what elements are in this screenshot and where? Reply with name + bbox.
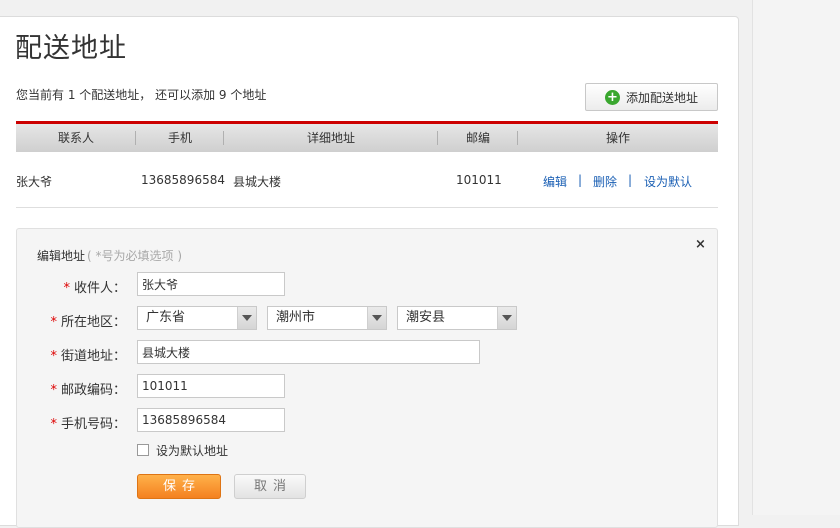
province-value: 广东省	[146, 310, 186, 325]
region-label: * 所在地区：	[50, 315, 126, 330]
edit-address-form: 编辑地址( *号为必填选项 ) ×	[16, 228, 718, 528]
edit-form-title: 编辑地址( *号为必填选项 )	[37, 247, 182, 264]
header-address: 详细地址	[224, 124, 438, 152]
mobile-input[interactable]	[137, 408, 285, 432]
header-contact: 联系人	[16, 124, 136, 152]
add-address-button[interactable]: + 添加配送地址	[585, 83, 718, 111]
save-button[interactable]: 保存	[137, 474, 221, 499]
plus-icon: +	[604, 89, 620, 105]
action-separator: |	[578, 173, 583, 187]
add-address-label: 添加配送地址	[625, 90, 698, 105]
address-count-summary: 您当前有 1 个配送地址， 还可以添加 9 个地址	[16, 88, 267, 102]
delete-link[interactable]: 删除	[593, 173, 617, 190]
required-mark: *	[50, 315, 57, 330]
row-phone: 13685896584	[141, 173, 225, 187]
row-address: 县城大楼	[233, 175, 282, 189]
street-label: * 街道地址：	[50, 349, 126, 364]
required-mark: *	[50, 349, 57, 364]
row-contact: 张大爷	[16, 175, 53, 189]
mobile-label: * 手机号码：	[50, 417, 126, 432]
chevron-down-icon	[367, 307, 386, 329]
chevron-down-icon	[237, 307, 256, 329]
county-select[interactable]: 潮安县	[397, 306, 517, 330]
table-row: 张大爷 13685896584 县城大楼 101011 编辑 | 删除 | 设为…	[16, 152, 718, 208]
right-sidebar	[752, 0, 840, 515]
set-default-link[interactable]: 设为默认	[644, 173, 692, 190]
default-address-label: 设为默认地址	[156, 444, 229, 458]
close-icon[interactable]: ×	[695, 237, 706, 252]
header-actions: 操作	[605, 131, 630, 145]
street-input[interactable]	[137, 340, 480, 364]
action-separator: |	[628, 173, 633, 187]
required-hint: ( *号为必填选项 )	[87, 249, 183, 263]
address-table-header: 联系人 手机 详细地址 邮编 操作	[16, 121, 718, 152]
postcode-label: * 邮政编码：	[50, 383, 126, 398]
required-mark: *	[63, 281, 70, 296]
edit-form-heading: 编辑地址	[37, 249, 86, 263]
city-value: 潮州市	[276, 310, 316, 325]
cancel-button[interactable]: 取消	[234, 474, 306, 499]
page-title: 配送地址	[15, 33, 127, 64]
header-zip: 邮编	[438, 124, 518, 152]
chevron-down-icon	[497, 307, 516, 329]
city-select[interactable]: 潮州市	[267, 306, 387, 330]
edit-link[interactable]: 编辑	[543, 173, 567, 190]
county-value: 潮安县	[406, 310, 446, 325]
required-mark: *	[50, 383, 57, 398]
postcode-input[interactable]	[137, 374, 285, 398]
province-select[interactable]: 广东省	[137, 306, 257, 330]
header-phone: 手机	[136, 124, 224, 152]
row-zip: 101011	[456, 173, 502, 187]
default-address-checkbox[interactable]	[137, 444, 149, 456]
recipient-input[interactable]	[137, 272, 285, 296]
recipient-label: * 收件人：	[63, 281, 126, 296]
required-mark: *	[50, 417, 57, 432]
